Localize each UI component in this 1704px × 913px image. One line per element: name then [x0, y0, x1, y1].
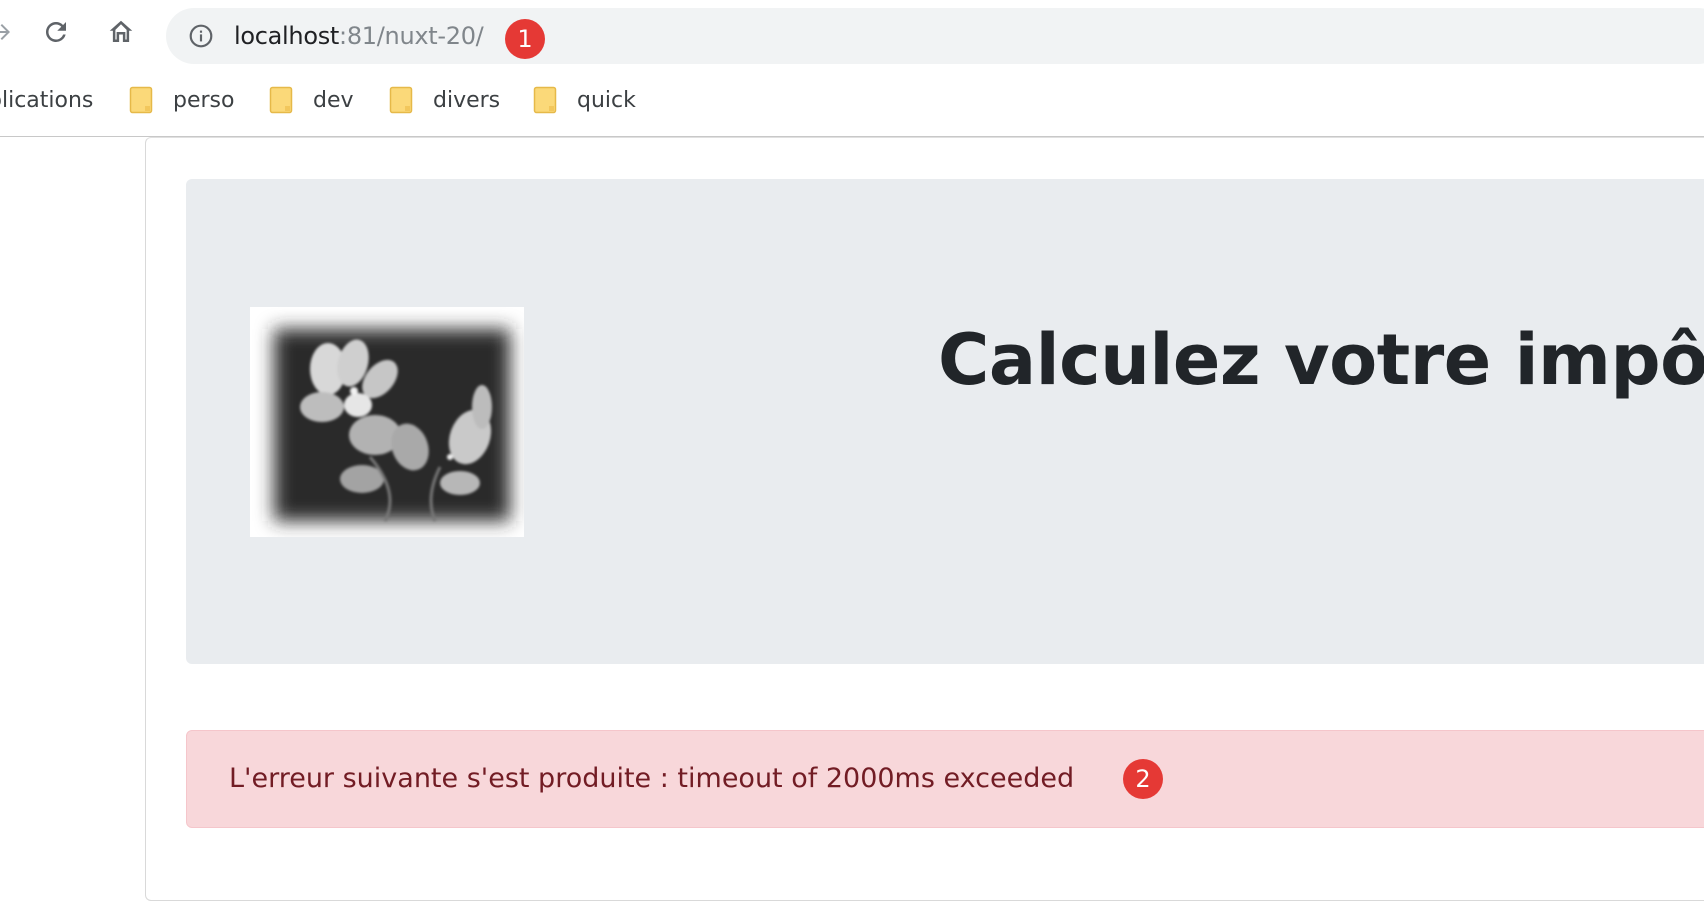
annotation-badge-1: 1 [505, 19, 545, 59]
info-icon[interactable] [187, 22, 215, 50]
folder-icon [389, 86, 413, 114]
folder-icon [129, 86, 153, 114]
address-bar[interactable]: localhost:81/nuxt-20/ [166, 8, 1704, 64]
reload-icon[interactable] [38, 14, 74, 50]
browser-toolbar: localhost:81/nuxt-20/ 1 [0, 0, 1704, 66]
folder-icon [269, 86, 293, 114]
bookmark-quick[interactable]: quick [533, 76, 636, 124]
url-text: localhost:81/nuxt-20/ [234, 8, 484, 64]
bookmark-label: perso [173, 87, 235, 113]
flower-logo [250, 307, 524, 537]
bookmark-divers[interactable]: divers [389, 76, 500, 124]
bookmark-applications[interactable]: plications [0, 76, 93, 124]
error-alert: L'erreur suivante s'est produite : timeo… [186, 730, 1704, 828]
url-path: :81/nuxt-20/ [339, 22, 484, 50]
forward-arrow-icon[interactable] [0, 14, 20, 50]
bookmark-dev[interactable]: dev [269, 76, 354, 124]
home-icon[interactable] [103, 14, 139, 50]
bookmark-label: dev [313, 87, 354, 113]
bookmark-perso[interactable]: perso [129, 76, 234, 124]
bookmark-label: quick [577, 87, 636, 113]
page-title: Calculez votre impôt [938, 319, 1704, 401]
folder-icon [533, 86, 557, 114]
bookmark-label: divers [433, 87, 501, 113]
bookmark-label: plications [0, 87, 94, 113]
bookmarks-bar: plications perso dev divers quick [0, 76, 1704, 124]
url-host: localhost [234, 22, 340, 50]
error-message: L'erreur suivante s'est produite : timeo… [229, 763, 1075, 794]
annotation-badge-2: 2 [1123, 759, 1163, 799]
